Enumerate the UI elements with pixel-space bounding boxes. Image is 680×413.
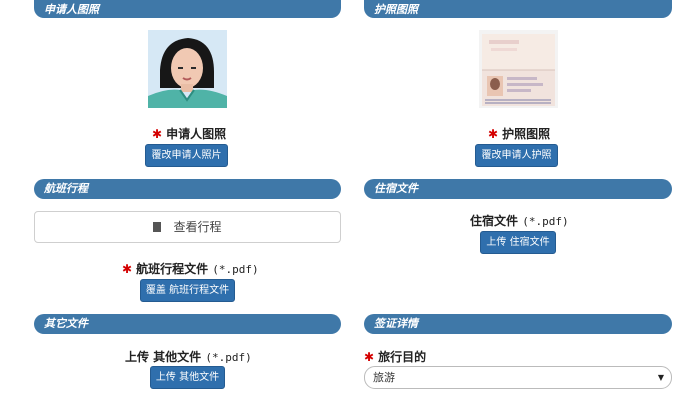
required-icon: ✱ — [364, 350, 375, 364]
section-header-passport-photo: 护照图照 — [364, 0, 672, 18]
section-header-accommodation: 住宿文件 — [364, 179, 672, 199]
flight-file-label: ✱ 航班行程文件 (*.pdf) — [122, 260, 259, 277]
passport-photo-label-text: 护照图照 — [502, 127, 551, 141]
view-itinerary-label: 查看行程 — [173, 220, 222, 234]
other-file-ext: (*.pdf) — [205, 351, 252, 364]
applicant-photo-label: ✱ 申请人图照 — [152, 125, 226, 142]
passport-photo — [479, 30, 558, 108]
upload-accommodation-button[interactable]: 上传 住宿文件 — [480, 231, 556, 254]
section-header-other-docs: 其它文件 — [34, 314, 341, 334]
replace-flight-file-button[interactable]: 覆盖 航班行程文件 — [140, 279, 235, 302]
change-passport-photo-button[interactable]: 覆改申请人护照 — [475, 144, 558, 167]
travel-purpose-value: 旅游 — [373, 371, 395, 384]
change-applicant-photo-button[interactable]: 覆改申请人照片 — [145, 144, 228, 167]
flight-file-ext: (*.pdf) — [212, 263, 259, 276]
applicant-photo — [148, 30, 227, 108]
caret-down-icon: ▼ — [657, 373, 664, 382]
required-icon: ✱ — [152, 127, 163, 141]
section-header-flight-itinerary: 航班行程 — [34, 179, 341, 199]
applicant-photo-label-text: 申请人图照 — [166, 127, 227, 141]
accommodation-file-label: 住宿文件 (*.pdf) — [470, 212, 569, 229]
flight-file-label-text: 航班行程文件 — [136, 262, 209, 276]
required-icon: ✱ — [488, 127, 499, 141]
passport-photo-label: ✱ 护照图照 — [488, 125, 550, 142]
other-file-label-text: 上传 其他文件 — [125, 350, 202, 364]
travel-purpose-label: ✱ 旅行目的 — [364, 348, 426, 365]
view-itinerary-button[interactable]: 查看行程 — [34, 211, 341, 243]
upload-other-files-button[interactable]: 上传 其他文件 — [150, 366, 225, 389]
accommodation-file-label-text: 住宿文件 — [470, 214, 519, 228]
section-header-visa-details: 签证详情 — [364, 314, 672, 334]
other-file-label: 上传 其他文件 (*.pdf) — [125, 348, 252, 365]
document-icon — [153, 222, 162, 232]
travel-purpose-select[interactable]: 旅游 ▼ — [364, 366, 672, 389]
accommodation-file-ext: (*.pdf) — [522, 215, 569, 228]
travel-purpose-label-text: 旅行目的 — [378, 350, 427, 364]
required-icon: ✱ — [122, 262, 133, 276]
section-header-applicant-photo: 申请人图照 — [34, 0, 341, 18]
